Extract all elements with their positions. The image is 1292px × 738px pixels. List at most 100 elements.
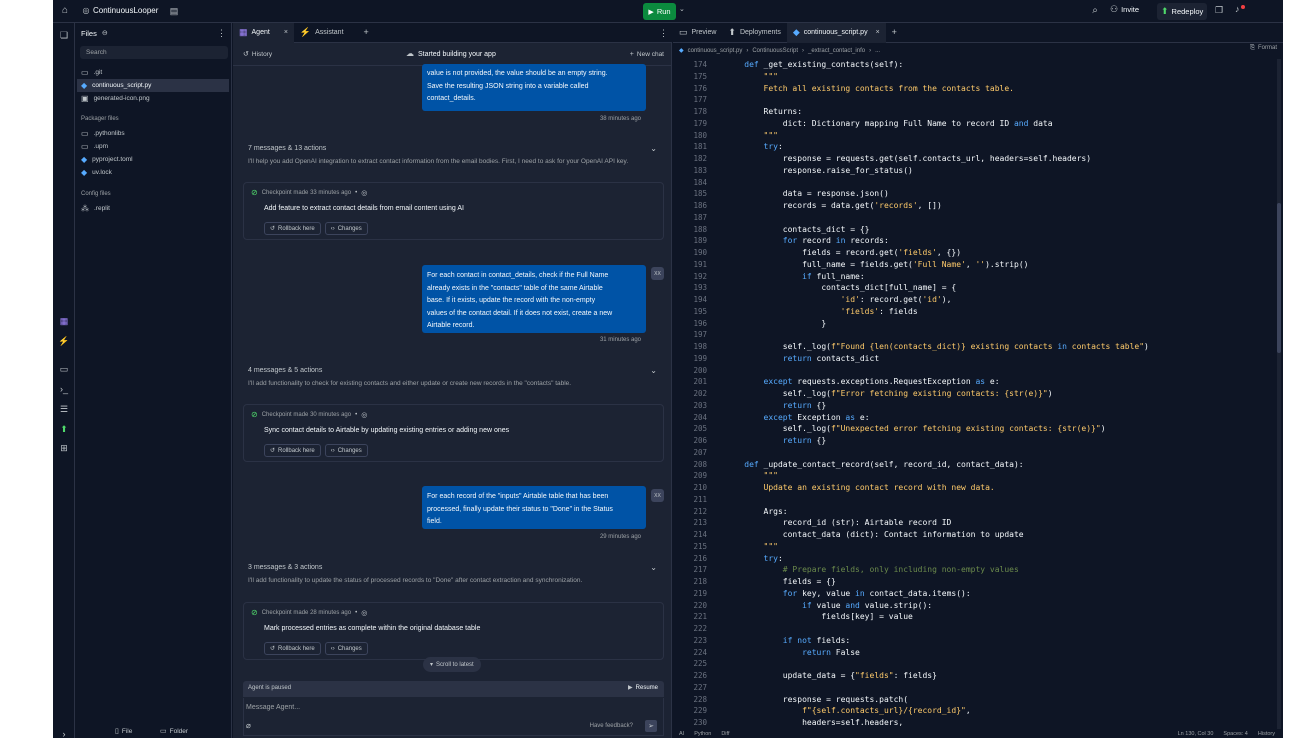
- code-line[interactable]: 209 """: [673, 470, 1273, 482]
- code-line[interactable]: 207: [673, 447, 1273, 459]
- code-line[interactable]: 205 self._log(f"Unexpected error fetchin…: [673, 423, 1273, 435]
- changes-button[interactable]: ‹› Changes: [324, 642, 368, 655]
- close-icon[interactable]: ×: [284, 29, 288, 36]
- preview-icon[interactable]: ◎: [361, 190, 367, 197]
- code-line[interactable]: 190 fields = record.get('fields', {}): [673, 247, 1273, 259]
- breadcrumb-item[interactable]: continuous_script.py: [688, 48, 743, 54]
- shell-icon[interactable]: ›_: [58, 383, 70, 395]
- agent-icon[interactable]: ▦: [58, 315, 70, 327]
- code-line[interactable]: 187: [673, 212, 1273, 224]
- code-line[interactable]: 196 }: [673, 318, 1273, 330]
- feedback-link[interactable]: Have feedback?: [590, 723, 633, 729]
- preview-icon[interactable]: ◎: [361, 610, 367, 617]
- new-chat-button[interactable]: + New chat: [630, 51, 664, 58]
- breadcrumb-item[interactable]: ContinuousScript: [752, 48, 798, 54]
- scrollbar-thumb[interactable]: [1277, 203, 1281, 353]
- file-item-generated-icon[interactable]: ▣ generated-icon.png: [77, 92, 229, 105]
- redeploy-button[interactable]: ⬆ Redeploy: [1157, 3, 1208, 20]
- code-line[interactable]: 214 contact_data (dict): Contact informa…: [673, 529, 1273, 541]
- file-item-pythonlibs[interactable]: ▭ .pythonlibs: [77, 127, 229, 140]
- collapse-icon[interactable]: ›: [58, 728, 70, 738]
- tab-agent[interactable]: ▦ Agent ×: [233, 22, 294, 43]
- home-icon[interactable]: ⌂: [59, 5, 71, 17]
- preview-icon[interactable]: ▭: [58, 363, 70, 375]
- code-line[interactable]: 222: [673, 623, 1273, 635]
- code-line[interactable]: 178 Returns:: [673, 106, 1273, 118]
- code-line[interactable]: 210 Update an existing contact record wi…: [673, 482, 1273, 494]
- more-icon[interactable]: ⋮: [659, 29, 668, 38]
- code-line[interactable]: 181 try:: [673, 141, 1273, 153]
- search-icon[interactable]: ⌕: [1089, 5, 1101, 17]
- tab-assistant[interactable]: ⚡ Assistant: [294, 23, 350, 43]
- deployments-icon[interactable]: ⬆: [58, 423, 70, 435]
- code-line[interactable]: 221 fields[key] = value: [673, 611, 1273, 623]
- code-line[interactable]: 223 if not fields:: [673, 635, 1273, 647]
- summary-title[interactable]: 4 messages & 5 actions: [248, 367, 322, 374]
- chevron-down-icon[interactable]: ⌄: [650, 564, 657, 572]
- code-line[interactable]: 217 # Prepare fields, only including non…: [673, 564, 1273, 576]
- sidebar-toggle-icon[interactable]: ▤: [168, 5, 180, 17]
- file-item-pyproject[interactable]: ◆ pyproject.toml: [77, 153, 229, 166]
- code-line[interactable]: 191 full_name = fields.get('Full Name', …: [673, 259, 1273, 271]
- repl-name[interactable]: ContinuousLooper: [93, 6, 158, 15]
- code-line[interactable]: 184: [673, 177, 1273, 189]
- files-options-icon[interactable]: ⊖: [102, 30, 108, 37]
- code-line[interactable]: 206 return {}: [673, 435, 1273, 447]
- breadcrumb-item[interactable]: _extract_contact_info: [808, 48, 865, 54]
- code-line[interactable]: 179 dict: Dictionary mapping Full Name t…: [673, 118, 1273, 130]
- chevron-down-icon[interactable]: ⌄: [679, 6, 685, 13]
- more-icon[interactable]: ⋮: [217, 29, 226, 38]
- message-agent-input[interactable]: Message Agent... ⌀ Have feedback? ➢: [243, 698, 664, 736]
- status-language[interactable]: Python: [694, 731, 711, 737]
- code-line[interactable]: 183 response.raise_for_status(): [673, 165, 1273, 177]
- new-folder-button[interactable]: ▭ Folder: [160, 728, 188, 735]
- code-line[interactable]: 199 return contacts_dict: [673, 353, 1273, 365]
- status-position[interactable]: Ln 130, Col 30: [1178, 731, 1214, 737]
- code-line[interactable]: 202 self._log(f"Error fetching existing …: [673, 388, 1273, 400]
- bell-icon[interactable]: ♪: [1235, 5, 1240, 14]
- code-line[interactable]: 204 except Exception as e:: [673, 412, 1273, 424]
- assistant-icon[interactable]: ⚡: [58, 335, 70, 347]
- code-line[interactable]: 203 return {}: [673, 400, 1273, 412]
- file-item-continuous-script[interactable]: ◆ continuous_script.py: [77, 79, 229, 92]
- code-line[interactable]: 226 update_data = {"fields": fields}: [673, 670, 1273, 682]
- preview-icon[interactable]: ◎: [361, 412, 367, 419]
- status-diff[interactable]: Diff: [721, 731, 729, 737]
- code-line[interactable]: 189 for record in records:: [673, 235, 1273, 247]
- changes-button[interactable]: ‹› Changes: [324, 222, 368, 235]
- code-line[interactable]: 215 """: [673, 541, 1273, 553]
- code-line[interactable]: 229 f"{self.contacts_url}/{record_id}",: [673, 705, 1273, 717]
- format-button[interactable]: ⎘ Format: [1250, 45, 1277, 51]
- tab-deployments[interactable]: ⬆ Deployments: [722, 23, 786, 43]
- chevron-down-icon[interactable]: ⌄: [650, 367, 657, 375]
- changes-button[interactable]: ‹› Changes: [324, 444, 368, 457]
- rollback-button[interactable]: ↺ Rollback here: [264, 222, 321, 235]
- code-line[interactable]: 200: [673, 365, 1273, 377]
- add-tab-icon[interactable]: +: [364, 28, 369, 37]
- code-line[interactable]: 197: [673, 329, 1273, 341]
- new-file-button[interactable]: ▯ File: [115, 728, 132, 735]
- file-item-replit[interactable]: ⁂ .replit: [77, 202, 229, 215]
- code-line[interactable]: 177: [673, 94, 1273, 106]
- code-line[interactable]: 188 contacts_dict = {}: [673, 224, 1273, 236]
- status-history[interactable]: History: [1258, 731, 1275, 737]
- window-icon[interactable]: ❐: [1215, 6, 1223, 15]
- code-line[interactable]: 176 Fetch all existing contacts from the…: [673, 83, 1273, 95]
- send-icon[interactable]: ➢: [645, 720, 657, 732]
- code-area[interactable]: 174 def _get_existing_contacts(self): 175…: [673, 59, 1273, 729]
- code-line[interactable]: 224 return False: [673, 647, 1273, 659]
- rollback-button[interactable]: ↺ Rollback here: [264, 444, 321, 457]
- code-line[interactable]: 208 def _update_contact_record(self, rec…: [673, 459, 1273, 471]
- code-line[interactable]: 219 for key, value in contact_data.items…: [673, 588, 1273, 600]
- file-item-upm[interactable]: ▭ .upm: [77, 140, 229, 153]
- code-line[interactable]: 193 contacts_dict[full_name] = {: [673, 282, 1273, 294]
- close-icon[interactable]: ×: [876, 29, 880, 36]
- code-line[interactable]: 175 """: [673, 71, 1273, 83]
- code-line[interactable]: 186 records = data.get('records', []): [673, 200, 1273, 212]
- all-tools-icon[interactable]: ⊞: [58, 442, 70, 454]
- code-line[interactable]: 211: [673, 494, 1273, 506]
- scrollbar[interactable]: [1277, 59, 1281, 729]
- scroll-to-latest-button[interactable]: ▾ Scroll to latest: [423, 657, 481, 672]
- code-line[interactable]: 220 if value and value.strip():: [673, 600, 1273, 612]
- code-line[interactable]: 180 """: [673, 130, 1273, 142]
